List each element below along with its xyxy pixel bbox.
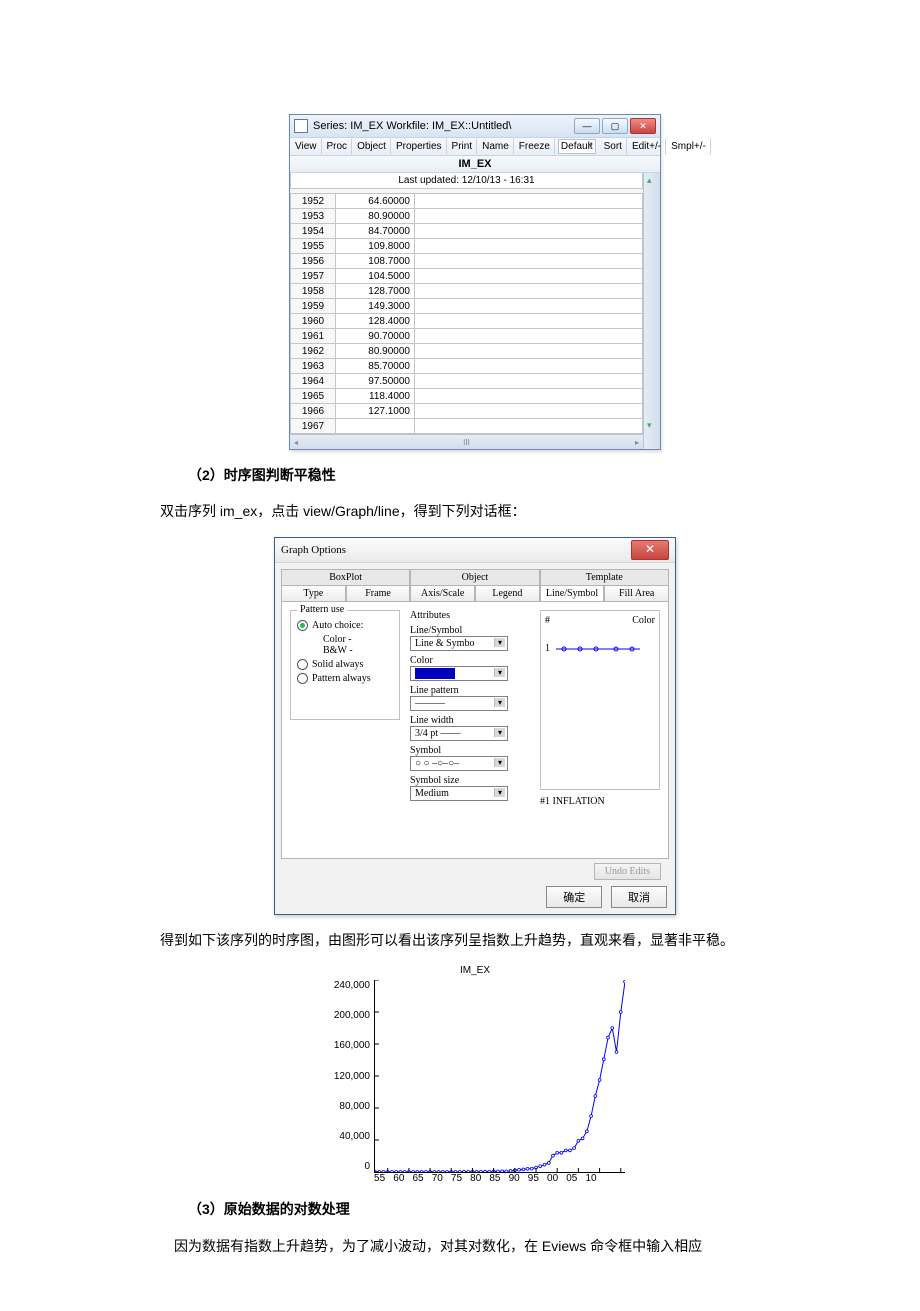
tab-legend[interactable]: Legend: [475, 585, 540, 601]
table-row: 1960128.4000: [291, 314, 643, 329]
window-titlebar: Series: IM_EX Workfile: IM_EX::Untitled\…: [290, 115, 660, 138]
linewidth-select[interactable]: 3/4 pt ——: [410, 726, 508, 741]
tool-dropdown[interactable]: Default: [558, 139, 596, 154]
symbolsize-select[interactable]: Medium: [410, 786, 508, 801]
section-3-text: 因为数据有指数上升趋势，为了减小波动，对其对数化，在 Eviews 命令框中输入…: [160, 1235, 790, 1257]
tool-smpl[interactable]: Smpl+/-: [666, 138, 711, 155]
tool-print[interactable]: Print: [447, 138, 478, 155]
table-row: 1959149.3000: [291, 299, 643, 314]
minimize-button[interactable]: —: [574, 118, 600, 134]
tab-fillarea[interactable]: Fill Area: [604, 585, 669, 601]
toolbar: View Proc Object Properties Print Name F…: [290, 138, 660, 156]
window-title: Series: IM_EX Workfile: IM_EX::Untitled\: [313, 120, 574, 132]
last-updated: Last updated: 12/10/13 - 16:31: [290, 173, 643, 189]
series-name-header: IM_EX: [290, 156, 660, 173]
symbol-select[interactable]: ○ ○ –○–○–: [410, 756, 508, 771]
pattern-use-title: Pattern use: [297, 604, 347, 615]
radio-auto[interactable]: Auto choice:: [297, 620, 393, 631]
table-row: 196190.70000: [291, 329, 643, 344]
section-2-text: 双击序列 im_ex，点击 view/Graph/line，得到下列对话框：: [160, 500, 790, 522]
tab-object[interactable]: Object: [410, 569, 539, 585]
data-table: 195264.60000195380.90000195484.700001955…: [290, 193, 643, 434]
cancel-button[interactable]: 取消: [611, 886, 667, 908]
table-row: 1967: [291, 419, 643, 434]
table-row: 1956108.7000: [291, 254, 643, 269]
dialog-titlebar: Graph Options ✕: [275, 538, 675, 563]
timeseries-chart: IM_EX 240,000200,000160,000120,00080,000…: [320, 965, 630, 1184]
table-row: 196280.90000: [291, 344, 643, 359]
table-row: 196497.50000: [291, 374, 643, 389]
tab-boxplot[interactable]: BoxPlot: [281, 569, 410, 585]
table-row: 1957104.5000: [291, 269, 643, 284]
close-button[interactable]: ✕: [630, 118, 656, 134]
tool-object[interactable]: Object: [352, 138, 391, 155]
table-row: 1965118.4000: [291, 389, 643, 404]
color-select[interactable]: [410, 666, 508, 681]
dialog-close-button[interactable]: ✕: [631, 540, 669, 560]
table-row: 195484.70000: [291, 224, 643, 239]
table-row: 1958128.7000: [291, 284, 643, 299]
vertical-scrollbar[interactable]: [643, 173, 660, 449]
section-2-heading: （2）时序图判断平稳性: [160, 464, 790, 486]
table-row: 195380.90000: [291, 209, 643, 224]
radio-pattern[interactable]: Pattern always: [297, 673, 393, 684]
tool-name[interactable]: Name: [477, 138, 514, 155]
tool-proc[interactable]: Proc: [322, 138, 353, 155]
linesymbol-select[interactable]: Line & Symbo: [410, 636, 508, 651]
table-row: 196385.70000: [291, 359, 643, 374]
plot-area: [374, 980, 625, 1173]
undo-edits-button[interactable]: Undo Edits: [594, 863, 661, 880]
table-row: 195264.60000: [291, 194, 643, 209]
tab-axis[interactable]: Axis/Scale: [410, 585, 475, 601]
tool-view[interactable]: View: [290, 138, 322, 155]
tab-linesymbol[interactable]: Line/Symbol: [540, 585, 605, 601]
tab-template[interactable]: Template: [540, 569, 669, 585]
tool-freeze[interactable]: Freeze: [514, 138, 555, 155]
dialog-title: Graph Options: [281, 544, 631, 556]
preview-box: #Color 1: [540, 610, 660, 790]
horizontal-scrollbar[interactable]: ◂III▸: [290, 434, 643, 449]
tool-edit[interactable]: Edit+/-: [627, 138, 666, 155]
x-axis-labels: 556065707580859095000510: [370, 1173, 630, 1184]
table-row: 1966127.1000: [291, 404, 643, 419]
tab-frame[interactable]: Frame: [346, 585, 411, 601]
chart-intro-text: 得到如下该序列的时序图，由图形可以看出该序列呈指数上升趋势，直观来看，显著非平稳…: [160, 929, 790, 951]
linepattern-select[interactable]: ———: [410, 696, 508, 711]
graph-options-dialog: Graph Options ✕ BoxPlot Object Template …: [274, 537, 676, 915]
tool-properties[interactable]: Properties: [391, 138, 447, 155]
tool-sort[interactable]: Sort: [599, 138, 627, 155]
table-row: 1955109.8000: [291, 239, 643, 254]
radio-solid[interactable]: Solid always: [297, 659, 393, 670]
ok-button[interactable]: 确定: [546, 886, 602, 908]
tab-type[interactable]: Type: [281, 585, 346, 601]
preview-legend: #1 INFLATION: [540, 796, 660, 807]
y-axis-labels: 240,000200,000160,000120,00080,00040,000…: [320, 980, 374, 1172]
chart-title: IM_EX: [320, 965, 630, 976]
window-icon: [294, 119, 308, 133]
maximize-button[interactable]: ▢: [602, 118, 628, 134]
attributes-title: Attributes: [410, 610, 530, 621]
section-3-heading: （3）原始数据的对数处理: [160, 1198, 790, 1220]
eviews-series-window: Series: IM_EX Workfile: IM_EX::Untitled\…: [289, 114, 661, 450]
